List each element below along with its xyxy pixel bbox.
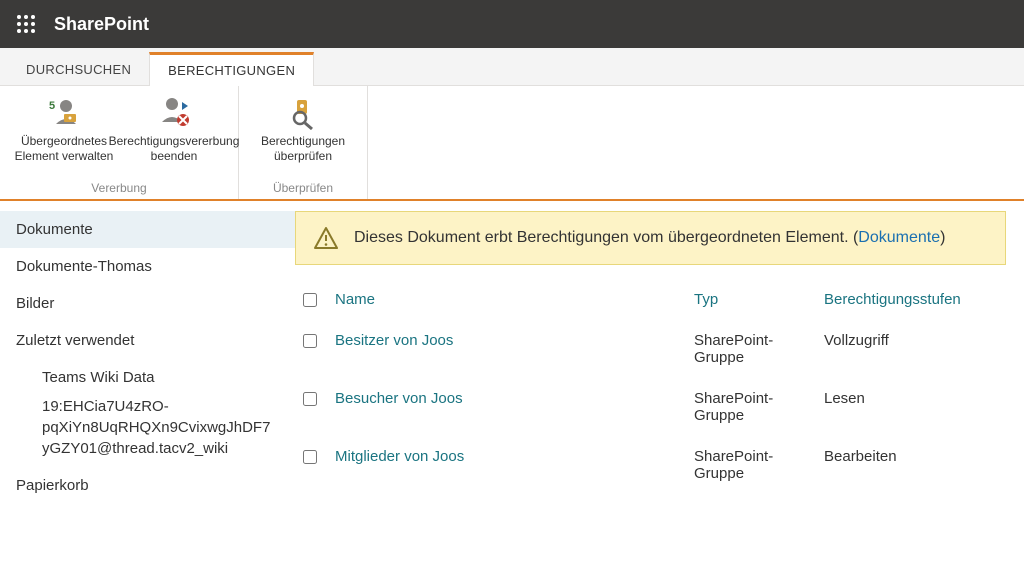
- sidebar-item-pictures[interactable]: Bilder: [0, 285, 295, 322]
- permission-level: Vollzugriff: [816, 320, 1006, 378]
- waffle-icon: [16, 14, 36, 34]
- check-permissions-icon: [285, 94, 321, 130]
- sidebar-item-documents[interactable]: Dokumente: [0, 211, 295, 248]
- svg-text:5: 5: [49, 100, 55, 112]
- notice-prefix: Dieses Dokument erbt Berechtigungen vom …: [354, 229, 858, 246]
- inheritance-notice: Dieses Dokument erbt Berechtigungen vom …: [295, 211, 1006, 265]
- table-row: Besucher von Joos SharePoint-Gruppe Lese…: [295, 378, 1006, 436]
- principal-link[interactable]: Besucher von Joos: [335, 390, 463, 407]
- notice-suffix: ): [940, 229, 945, 246]
- warning-icon: [314, 226, 338, 250]
- sidebar-subitem-thread[interactable]: 19:EHCia7U4zRO-pqXiYn8UqRHQXn9CvixwgJhDF…: [0, 396, 295, 459]
- main-panel: Dieses Dokument erbt Berechtigungen vom …: [295, 201, 1024, 514]
- ribbon-group-inheritance: 5 Übergeordnetes Element verwalten: [0, 86, 239, 199]
- app-launcher-icon[interactable]: [8, 6, 44, 42]
- ribbon-tabs: DURCHSUCHEN BERECHTIGUNGEN: [0, 48, 1024, 86]
- ribbon-group-inheritance-title: Vererbung: [91, 177, 146, 195]
- principal-link[interactable]: Besitzer von Joos: [335, 332, 453, 349]
- sidebar-item-documents-thomas[interactable]: Dokumente-Thomas: [0, 248, 295, 285]
- sidebar-subitem-teams-wiki[interactable]: Teams Wiki Data: [0, 367, 295, 388]
- stop-inheriting-icon: [156, 94, 192, 130]
- brand-label: SharePoint: [54, 14, 149, 35]
- column-header-level[interactable]: Berechtigungsstufen: [816, 283, 1006, 320]
- sidebar-item-recent[interactable]: Zuletzt verwendet: [0, 322, 295, 359]
- notice-parent-link[interactable]: Dokumente: [858, 229, 940, 246]
- principal-type: SharePoint-Gruppe: [686, 320, 816, 378]
- principal-link[interactable]: Mitglieder von Joos: [335, 448, 464, 465]
- column-header-type[interactable]: Typ: [686, 283, 816, 320]
- ribbon: 5 Übergeordnetes Element verwalten: [0, 86, 1024, 201]
- row-checkbox[interactable]: [303, 450, 317, 464]
- table-row: Besitzer von Joos SharePoint-Gruppe Voll…: [295, 320, 1006, 378]
- ribbon-group-check: Berechtigungen überprüfen Überprüfen: [239, 86, 368, 199]
- manage-parent-icon: 5: [46, 94, 82, 130]
- quicklaunch-sidebar: Dokumente Dokumente-Thomas Bilder Zuletz…: [0, 201, 295, 514]
- stop-inheriting-button[interactable]: Berechtigungsvererbung beenden: [124, 94, 224, 164]
- row-checkbox[interactable]: [303, 334, 317, 348]
- sidebar-item-recycle-bin[interactable]: Papierkorb: [0, 467, 295, 504]
- permissions-table: Name Typ Berechtigungsstufen Besitzer vo…: [295, 283, 1006, 494]
- manage-parent-button[interactable]: 5 Übergeordnetes Element verwalten: [14, 94, 114, 164]
- row-checkbox[interactable]: [303, 392, 317, 406]
- check-permissions-label: Berechtigungen überprüfen: [253, 134, 353, 164]
- tab-permissions[interactable]: BERECHTIGUNGEN: [149, 52, 314, 86]
- ribbon-group-check-title: Überprüfen: [273, 177, 333, 195]
- tab-browse[interactable]: DURCHSUCHEN: [8, 54, 149, 85]
- stop-inheriting-label: Berechtigungsvererbung beenden: [109, 134, 240, 164]
- principal-type: SharePoint-Gruppe: [686, 378, 816, 436]
- column-header-name[interactable]: Name: [327, 283, 686, 320]
- check-permissions-button[interactable]: Berechtigungen überprüfen: [253, 94, 353, 164]
- manage-parent-label: Übergeordnetes Element verwalten: [14, 134, 114, 164]
- content-area: Dokumente Dokumente-Thomas Bilder Zuletz…: [0, 201, 1024, 514]
- inheritance-notice-text: Dieses Dokument erbt Berechtigungen vom …: [354, 229, 945, 247]
- select-all-checkbox[interactable]: [303, 293, 317, 307]
- principal-type: SharePoint-Gruppe: [686, 436, 816, 494]
- permission-level: Bearbeiten: [816, 436, 1006, 494]
- table-row: Mitglieder von Joos SharePoint-Gruppe Be…: [295, 436, 1006, 494]
- suite-bar: SharePoint: [0, 0, 1024, 48]
- permission-level: Lesen: [816, 378, 1006, 436]
